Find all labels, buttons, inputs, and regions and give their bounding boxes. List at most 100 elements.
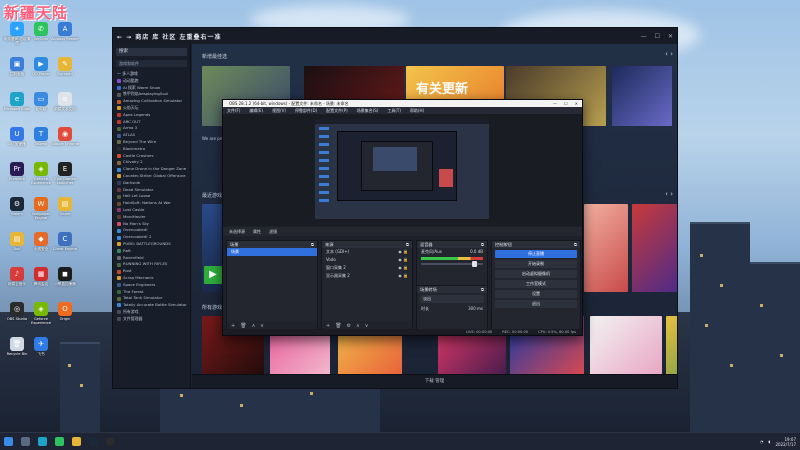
- desktop-icon[interactable]: ◉ Google Chrome: [50, 127, 80, 146]
- desktop-icon[interactable]: ▤ Game: [50, 197, 80, 216]
- start-virtual-camera-button[interactable]: 启动虚拟摄像机: [495, 270, 577, 278]
- desktop-icon[interactable]: A Acrobat Reader: [50, 22, 80, 41]
- library-game-item[interactable]: Apex Legends: [117, 112, 190, 119]
- gear-icon[interactable]: ⚙: [347, 323, 351, 329]
- library-game-item[interactable]: Scrap Mechanic: [117, 275, 190, 282]
- obs-preview[interactable]: [223, 114, 582, 226]
- library-game-item[interactable]: Chivalry 2: [117, 159, 190, 166]
- library-game-item[interactable]: Ravenfield: [117, 255, 190, 262]
- library-game-item[interactable]: Clone Drone in the Danger Zone: [117, 166, 190, 173]
- menu-item[interactable]: 场景集合(S): [357, 107, 379, 114]
- dock-float-icon[interactable]: ⧉: [481, 241, 484, 248]
- menu-item[interactable]: 帮助(H): [410, 107, 424, 114]
- library-game-item[interactable]: Darkside: [117, 180, 190, 187]
- menu-item[interactable]: 编辑(E): [249, 107, 263, 114]
- library-game-item[interactable]: Overcooked! 2: [117, 234, 190, 241]
- wifi-icon[interactable]: ◔: [760, 439, 764, 444]
- source-toolbar-button[interactable]: 滤镜: [269, 227, 277, 236]
- start-recording-button[interactable]: 开始录制: [495, 260, 577, 268]
- dock-float-icon[interactable]: ⧉: [574, 241, 577, 248]
- library-game-item[interactable]: 所有游戏: [117, 309, 190, 316]
- steam-nav[interactable]: ← → 商店 库 社区 左重叠右一准: [117, 32, 222, 41]
- library-game-item[interactable]: Raft: [117, 248, 190, 255]
- menu-item[interactable]: 配置文件(P): [326, 107, 348, 114]
- visibility-lock-icon[interactable]: ◉ 🔒: [398, 264, 408, 272]
- exit-button[interactable]: 退出: [495, 300, 577, 308]
- library-game-item[interactable]: Castle Crashers: [117, 153, 190, 160]
- library-game-item[interactable]: 火焰天坛: [117, 105, 190, 112]
- move-up-icon[interactable]: ∧: [356, 323, 360, 329]
- source-item[interactable]: Vodo ◉ 🔒: [322, 256, 412, 264]
- duration-field[interactable]: 300 ms: [468, 305, 483, 313]
- library-game-item[interactable]: Blackmetro: [117, 146, 190, 153]
- menu-item[interactable]: 工具(T): [387, 107, 401, 114]
- library-header[interactable]: 一 多人游戏: [117, 71, 190, 78]
- clock[interactable]: 19:07 2022/7/17: [775, 437, 796, 447]
- library-game-item[interactable]: No Man's Sky: [117, 221, 190, 228]
- move-up-icon[interactable]: ∧: [252, 323, 256, 329]
- dock-float-icon[interactable]: ⧉: [311, 241, 314, 248]
- stop-streaming-button[interactable]: 停止直播: [495, 250, 577, 258]
- obs-icon[interactable]: [106, 437, 115, 446]
- game-tile[interactable]: [584, 204, 628, 292]
- dock-float-icon[interactable]: ⧉: [406, 241, 409, 248]
- library-search-input[interactable]: 搜索: [116, 48, 187, 56]
- source-toolbar-button[interactable]: 属性: [253, 227, 261, 236]
- library-game-item[interactable]: Amazing Cultivation Simulator: [117, 98, 190, 105]
- desktop-icon[interactable]: ✎ Notepad: [50, 57, 80, 76]
- move-down-icon[interactable]: ∨: [365, 323, 369, 329]
- menu-item[interactable]: 视图(V): [272, 107, 286, 114]
- move-down-icon[interactable]: ∨: [260, 323, 264, 329]
- close-icon[interactable]: ✕: [575, 100, 578, 107]
- desktop-icon[interactable]: ≡ 新建文本文档: [50, 92, 80, 111]
- library-filter[interactable]: 游戏和软件: [116, 60, 187, 67]
- library-game-item[interactable]: 文件管理器: [117, 316, 190, 323]
- maximize-icon[interactable]: ☐: [655, 33, 660, 40]
- library-game-item[interactable]: Arma 3: [117, 125, 190, 132]
- library-game-item[interactable]: RUNNING WITH RIFLES: [117, 261, 190, 268]
- add-icon[interactable]: +: [326, 323, 330, 329]
- steam-downloads-bar[interactable]: 下载 管理: [192, 374, 677, 388]
- library-game-item[interactable]: Lost Castle: [117, 207, 190, 214]
- library-game-item[interactable]: 动动酷跑: [117, 78, 190, 85]
- library-game-item[interactable]: Totally Accurate Battle Simulator: [117, 302, 190, 309]
- volume-icon[interactable]: ◖: [768, 439, 770, 444]
- visibility-lock-icon[interactable]: ◉ 🔒: [398, 256, 408, 264]
- dock-float-icon[interactable]: ⧉: [481, 286, 484, 293]
- library-game-item[interactable]: HoldSoft: Nations At War: [117, 200, 190, 207]
- library-game-item[interactable]: The Forest: [117, 289, 190, 296]
- studio-mode-button[interactable]: 工作室模式: [495, 280, 577, 288]
- menu-item[interactable]: 文件(F): [227, 107, 240, 114]
- visibility-lock-icon[interactable]: ◉ 🔒: [398, 248, 408, 256]
- library-game-item[interactable]: Dead Simulator: [117, 187, 190, 194]
- library-game-item[interactable]: Beyond The Wire: [117, 139, 190, 146]
- visibility-lock-icon[interactable]: ◉ 🔒: [398, 272, 408, 280]
- minimize-icon[interactable]: —: [553, 100, 557, 107]
- library-game-item[interactable]: Counter-Strike: Global Offensive: [117, 173, 190, 180]
- minimize-icon[interactable]: —: [641, 33, 647, 40]
- volume-slider[interactable]: [421, 261, 483, 267]
- source-item[interactable]: 窗口采集 2 ◉ 🔒: [322, 264, 412, 272]
- library-game-item[interactable]: Hell Let Loose: [117, 193, 190, 200]
- desktop-icon[interactable]: ◼ 小黑盒加速器: [50, 267, 80, 286]
- game-tile[interactable]: [632, 204, 677, 292]
- source-item[interactable]: 显示器采集 2 ◉ 🔒: [322, 272, 412, 280]
- obs-window[interactable]: OBS 28.1.2 (64-bit, windows) - 配置文件: 未命名…: [222, 99, 583, 336]
- library-game-item[interactable]: Ai 搜索 Warm Snow: [117, 85, 190, 92]
- edge-icon[interactable]: [38, 437, 47, 446]
- library-game-item[interactable]: MordHauler: [117, 214, 190, 221]
- desktop-icon[interactable]: ✈ 飞书: [26, 337, 56, 356]
- folder-icon[interactable]: [72, 437, 81, 446]
- source-item[interactable]: 文本 (GDI+) ◉ 🔒: [322, 248, 412, 256]
- windows-start-icon[interactable]: [4, 437, 13, 446]
- play-icon[interactable]: ▶: [204, 266, 222, 284]
- menu-item[interactable]: 停靠部件(D): [295, 107, 317, 114]
- remove-icon[interactable]: 🗑: [335, 323, 341, 329]
- desktop-icon[interactable]: O Origin: [50, 302, 80, 321]
- library-game-item[interactable]: ATLAS: [117, 132, 190, 139]
- settings-button[interactable]: 设置: [495, 290, 577, 298]
- game-tile[interactable]: [612, 66, 672, 126]
- wechat-icon[interactable]: [55, 437, 64, 446]
- library-game-item[interactable]: 铁甲烈焰AdsplayingSoul: [117, 91, 190, 98]
- library-game-item[interactable]: ARC OUT: [117, 119, 190, 126]
